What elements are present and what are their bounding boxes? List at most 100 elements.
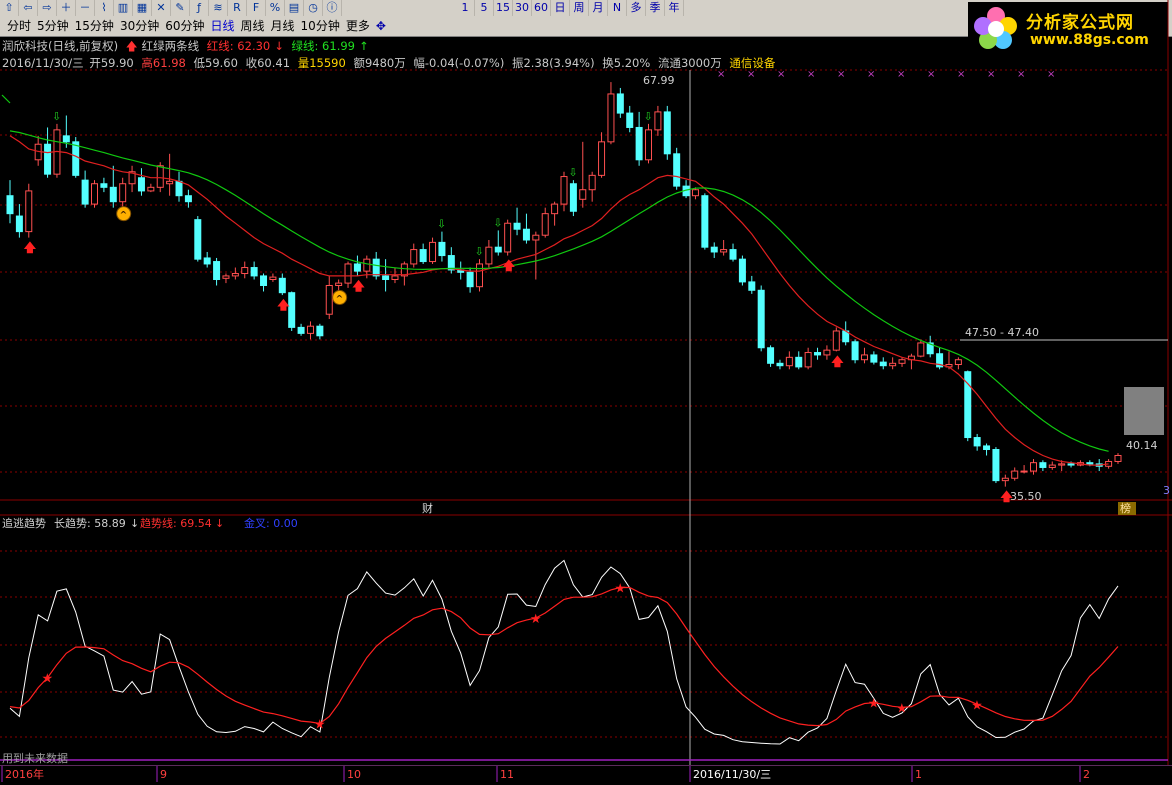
candle-body	[81, 179, 89, 205]
candle-body	[429, 241, 437, 263]
candle-body	[1020, 470, 1028, 473]
candle-body	[91, 183, 99, 205]
candle-body	[917, 342, 925, 357]
candle-body	[757, 289, 765, 349]
candle-body	[194, 219, 202, 260]
candle-body	[1067, 463, 1075, 466]
candle-body	[100, 183, 108, 188]
candle-body	[616, 93, 624, 114]
sub-trend-value: 趋势线: 69.54	[140, 516, 212, 530]
range-price-label: 47.50 - 47.40	[965, 326, 1039, 339]
candle-body	[335, 282, 343, 286]
sell-arrow-icon: ⇩	[474, 245, 483, 258]
sub-indicator-name: 追逃趋势	[2, 516, 46, 530]
red-line-series	[9, 135, 1109, 466]
buy-arrow-icon: 🡅	[831, 354, 844, 368]
candle-body	[119, 183, 127, 203]
sub-trend-arrow-icon: ↓	[215, 517, 224, 530]
star-signal-icon: ★	[614, 581, 626, 596]
candle-body	[710, 246, 718, 253]
candle-body	[541, 213, 549, 236]
date-tick-label: 11	[500, 768, 514, 781]
candle-body	[260, 275, 268, 286]
candle-body	[522, 228, 530, 241]
candle-body	[466, 271, 474, 288]
candle-body	[231, 273, 239, 277]
x-marker-icon: ×	[957, 69, 965, 80]
candle-body	[569, 183, 577, 212]
candle-body	[1011, 470, 1019, 479]
fin-marker[interactable]: 财	[422, 501, 433, 515]
candle-body	[372, 258, 380, 277]
candle-body	[729, 249, 737, 260]
candle-body	[973, 437, 981, 447]
candle-body	[1001, 477, 1009, 482]
candle-body	[241, 267, 249, 275]
star-signal-icon: ★	[42, 672, 54, 687]
price-tag-box	[1124, 387, 1164, 435]
x-marker-icon: ×	[777, 69, 785, 80]
candle-body	[184, 195, 192, 203]
candle-body	[475, 263, 483, 288]
candle-body	[701, 195, 709, 248]
candle-body	[504, 222, 512, 253]
candle-body	[870, 354, 878, 363]
candle-body	[269, 276, 277, 281]
list-marker[interactable]: 榜	[1120, 501, 1131, 515]
date-tick-label: 9	[160, 768, 167, 781]
candle-body	[410, 249, 418, 265]
candle-body	[738, 258, 746, 283]
candle-body	[44, 143, 52, 175]
star-signal-icon: ★	[896, 701, 908, 716]
candle-body	[72, 141, 80, 176]
buy-arrow-icon: 🡅	[352, 279, 365, 293]
green-line-lead	[1, 94, 11, 104]
candle-body	[992, 449, 1000, 482]
candle-body	[1039, 462, 1047, 468]
candle-body	[494, 246, 502, 253]
candle-body	[635, 126, 643, 161]
candle-body	[898, 359, 906, 364]
candle-body	[156, 165, 164, 188]
sell-arrow-icon: ⇩	[568, 166, 577, 179]
sub-long-value: 长趋势: 58.89	[54, 517, 126, 530]
trend-line-series	[9, 586, 1119, 727]
x-marker-icon: ×	[747, 69, 755, 80]
candle-body	[382, 275, 390, 281]
candle-body	[654, 111, 662, 131]
candle-body	[851, 341, 859, 361]
candle-body	[62, 135, 70, 143]
candle-body	[447, 255, 455, 271]
candle-body	[879, 361, 887, 367]
kline-chart[interactable]: 🡅🡅🡅🡅🡅🡅⇩⇩⇩⇩⇩⇩^^× × × × × × × × × × × × ★★★★★ ★ ★ 67.99…	[0, 0, 1172, 781]
date-tick-label: 1	[915, 768, 922, 781]
high-price-label: 67.99	[643, 74, 675, 87]
candle-body	[645, 129, 653, 161]
buy-arrow-icon: 🡅	[503, 259, 516, 273]
page-marker[interactable]: 3	[1163, 484, 1170, 497]
cross-signal-glyph: ^	[336, 294, 344, 304]
x-marker-icon: ×	[1017, 69, 1025, 80]
sell-arrow-icon: ⇩	[644, 110, 653, 123]
candle-body	[278, 277, 286, 294]
candle-body	[203, 257, 211, 265]
candle-body	[814, 352, 822, 356]
candle-body	[748, 281, 756, 291]
candle-body	[250, 267, 258, 277]
candle-body	[25, 190, 33, 233]
future-data-note: 用到未来数据	[2, 751, 68, 765]
candle-body	[344, 263, 352, 284]
cross-signal-glyph: ^	[120, 211, 128, 221]
candle-body	[954, 359, 962, 366]
candle-body	[513, 222, 521, 230]
candle-body	[795, 356, 803, 368]
candle-body	[804, 352, 812, 368]
candle-body	[767, 347, 775, 364]
candle-body	[363, 258, 371, 272]
sell-arrow-icon: ⇩	[437, 218, 446, 231]
low-price-label: 35.50	[1010, 490, 1042, 503]
candle-body	[776, 362, 784, 367]
candle-body	[297, 326, 305, 334]
candle-body	[983, 445, 991, 451]
sell-arrow-icon: ⇩	[493, 216, 502, 229]
